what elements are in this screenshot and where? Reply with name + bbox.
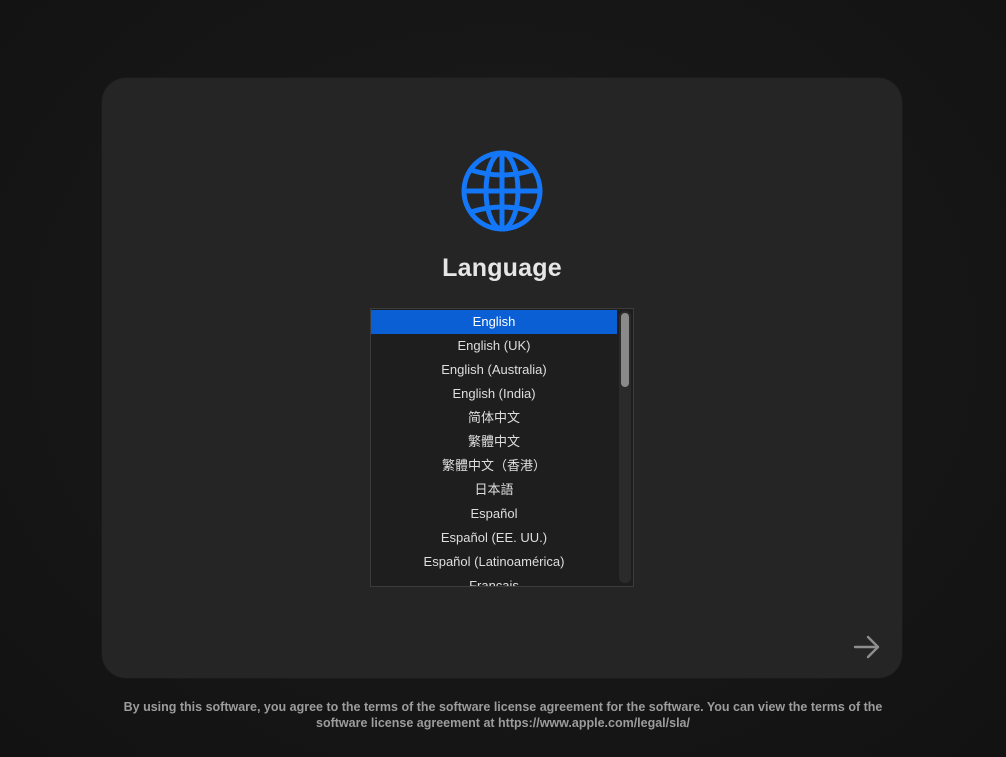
- language-option[interactable]: Español (Latinoamérica): [371, 550, 617, 574]
- language-option[interactable]: Français: [371, 574, 617, 586]
- language-option[interactable]: 繁體中文: [371, 430, 617, 454]
- language-option[interactable]: 日本語: [371, 478, 617, 502]
- language-option[interactable]: English (Australia): [371, 358, 617, 382]
- license-notice: By using this software, you agree to the…: [123, 700, 883, 730]
- language-option[interactable]: English (India): [371, 382, 617, 406]
- language-option[interactable]: Español (EE. UU.): [371, 526, 617, 550]
- language-list[interactable]: English English (UK) English (Australia)…: [370, 308, 634, 587]
- language-option[interactable]: 繁體中文（香港）: [371, 454, 617, 478]
- language-list-scrollbar[interactable]: [619, 311, 631, 583]
- language-option[interactable]: 简体中文: [371, 406, 617, 430]
- language-option[interactable]: English: [371, 310, 617, 334]
- page-title: Language: [442, 254, 562, 282]
- language-option[interactable]: Español: [371, 502, 617, 526]
- scrollbar-thumb[interactable]: [621, 313, 629, 387]
- setup-panel: Language English English (UK) English (A…: [102, 78, 902, 678]
- arrow-right-icon[interactable]: [852, 634, 882, 660]
- language-option[interactable]: English (UK): [371, 334, 617, 358]
- globe-icon: [461, 150, 543, 232]
- screen-background: Language English English (UK) English (A…: [0, 0, 1006, 757]
